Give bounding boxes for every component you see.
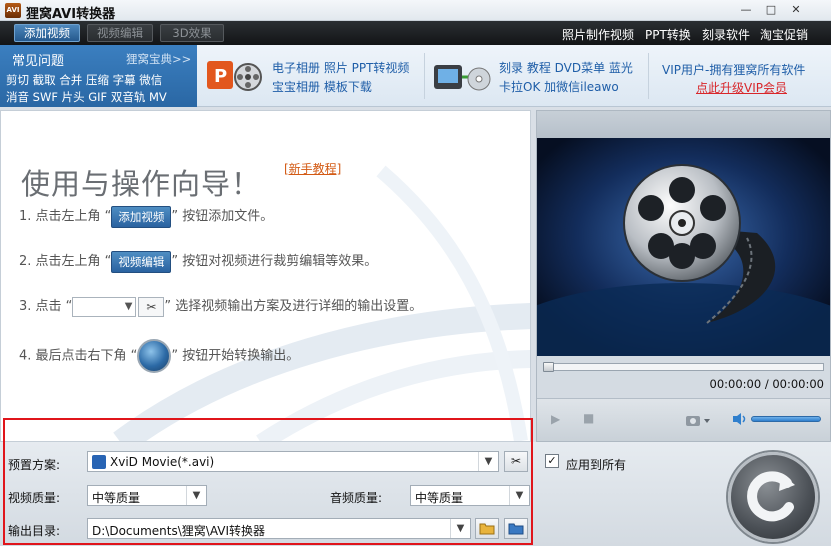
svg-text:P: P [214,66,227,87]
faq-links-row-2[interactable]: 消音 SWF 片头 GIF 双音轨 MV [6,89,167,105]
faq-more-link[interactable]: 狸窝宝典>> [126,51,191,67]
seek-thumb[interactable] [543,362,554,372]
beginner-tutorial-link[interactable]: [新手教程] [284,160,341,177]
audio-quality-value: 中等质量 [415,491,464,505]
output-dir-combo[interactable]: D:\Documents\狸窝\AVI转换器 ▼ [87,518,471,539]
folder-open-icon [479,523,495,535]
faq-links-row-1[interactable]: 剪切 截取 合并 压缩 字幕 微信 [6,72,162,88]
step-3-text: 3. 点击 “ [19,299,73,314]
close-button[interactable]: ✕ [785,2,807,19]
banner-divider [424,53,425,99]
chevron-down-icon[interactable]: ▼ [450,519,470,538]
convert-round-icon[interactable] [137,339,172,373]
video-quality-label: 视频质量: [8,491,61,505]
convert-button[interactable] [728,452,818,542]
promo-karaoke-link[interactable]: 卡拉OK 加微信ileawo [499,78,619,95]
faq-panel: 常见问题 狸窝宝典>> 剪切 截取 合并 压缩 字幕 微信 消音 SWF 片头 … [0,45,197,107]
guide-title: 使用与操作向导！ [21,167,262,201]
step-1-add-video-button[interactable]: 添加视频 [111,205,172,228]
vip-info-text: VIP用户-拥有狸窝所有软件 [662,63,806,77]
volume-icon[interactable] [732,412,748,426]
guide-step-2: 2. 点击左上角 “视频编辑” 按钮对视频进行裁剪编辑等效果。 [19,250,377,273]
dvd-burn-icon [434,65,491,91]
promo-burn-link[interactable]: 刻录 教程 DVD菜单 蓝光 [499,59,633,76]
guide-step-1: 1. 点击左上角 “添加视频” 按钮添加文件。 [19,205,273,228]
guide-panel: 使用与操作向导！ [新手教程] 1. 点击左上角 “添加视频” 按钮添加文件。 … [0,110,531,442]
stop-icon[interactable]: ■ [583,411,594,425]
step-2-text-end: ” 按钮对视频进行裁剪编辑等效果。 [171,254,378,269]
seek-bar[interactable] [543,362,824,372]
maximize-button[interactable]: □ [760,2,782,19]
chevron-down-icon[interactable]: ▼ [509,486,529,505]
step-3-text-end: ” 选择视频输出方案及进行详细的输出设置。 [164,299,423,314]
film-icon [92,455,106,469]
step-2-edit-video-button[interactable]: 视频编辑 [111,250,172,273]
promo-banner: 常见问题 狸窝宝典>> 剪切 截取 合并 压缩 字幕 微信 消音 SWF 片头 … [0,45,831,107]
title-bar: AVI 狸窝AVI转换器 — □ ✕ [0,0,831,22]
toolbar-link-burn[interactable]: 刻录软件 [702,26,750,43]
snapshot-camera-icon[interactable] [685,413,711,427]
preset-combo[interactable]: XviD Movie(*.avi) ▼ [87,451,499,472]
chevron-down-icon[interactable]: ▼ [478,452,498,471]
promo-photo-album-link[interactable]: 电子相册 照片 PPT转视频 [272,59,409,76]
step-3-preset-combo[interactable]: ▼ [72,296,137,317]
preset-label: 预置方案: [8,458,61,472]
vip-upgrade-link[interactable]: 点此升级VIP会员 [696,79,787,96]
window-title: 狸窝AVI转换器 [26,7,116,22]
audio-quality-combo[interactable]: 中等质量 ▼ [410,485,530,506]
playback-time: 00:00:00 / 00:00:00 [709,377,824,391]
preset-value: XviD Movie(*.avi) [110,455,215,469]
film-reel-icon [537,138,830,356]
toolbar-link-ppt[interactable]: PPT转换 [645,26,691,43]
step-1-text: 1. 点击左上角 “ [19,209,112,224]
guide-step-3: 3. 点击 “ ▼ ✂” 选择视频输出方案及进行详细的输出设置。 [19,295,422,317]
apply-all-label: 应用到所有 [566,458,627,472]
banner-divider [648,53,649,99]
browse-folder-button[interactable] [504,518,528,539]
toolbar: 添加视频 视频编辑 3D效果 照片制作视频 PPT转换 刻录软件 淘宝促销 [0,21,831,45]
open-folder-button[interactable] [475,518,499,539]
play-icon[interactable]: ▶ [551,412,560,426]
convert-arrow-icon [747,471,795,522]
video-quality-value: 中等质量 [92,491,141,505]
chevron-down-icon: ▼ [124,300,133,312]
apply-all-checkbox[interactable]: ✓ [545,454,559,468]
volume-slider[interactable] [751,416,821,422]
settings-wrench-button[interactable]: ✂ [504,451,528,472]
ppt-film-icon: P [207,61,262,91]
3d-effect-button[interactable]: 3D效果 [160,24,224,42]
step-4-text-end: ” 按钮开始转换输出。 [171,348,300,364]
output-dir-label: 输出目录: [8,524,61,538]
add-video-button[interactable]: 添加视频 [14,24,80,42]
video-preview-panel: 00:00:00 / 00:00:00 ▶ ■ [536,110,831,442]
preview-header [537,111,830,138]
video-quality-combo[interactable]: 中等质量 ▼ [87,485,207,506]
player-controls: ▶ ■ [537,398,830,441]
app-logo-icon: AVI [5,3,21,18]
folder-icon [508,523,524,535]
output-dir-value: D:\Documents\狸窝\AVI转换器 [92,524,266,538]
wrench-icon[interactable]: ✂ [138,296,165,317]
audio-quality-label: 音频质量: [330,491,383,505]
step-2-text: 2. 点击左上角 “ [19,254,112,269]
promo-template-link[interactable]: 宝宝相册 模板下载 [272,78,372,95]
step-1-text-end: ” 按钮添加文件。 [171,209,274,224]
faq-title[interactable]: 常见问题 [12,50,64,69]
step-4-text: 4. 最后点击右下角 “ [19,348,138,364]
chevron-down-icon[interactable]: ▼ [186,486,206,505]
toolbar-link-taobao[interactable]: 淘宝促销 [760,26,808,43]
guide-step-4: 4. 最后点击右下角 “ ” 按钮开始转换输出。 [19,339,299,373]
edit-video-button[interactable]: 视频编辑 [87,24,153,42]
video-screen [537,138,830,356]
toolbar-link-photo-video[interactable]: 照片制作视频 [562,26,634,43]
minimize-button[interactable]: — [735,2,757,19]
